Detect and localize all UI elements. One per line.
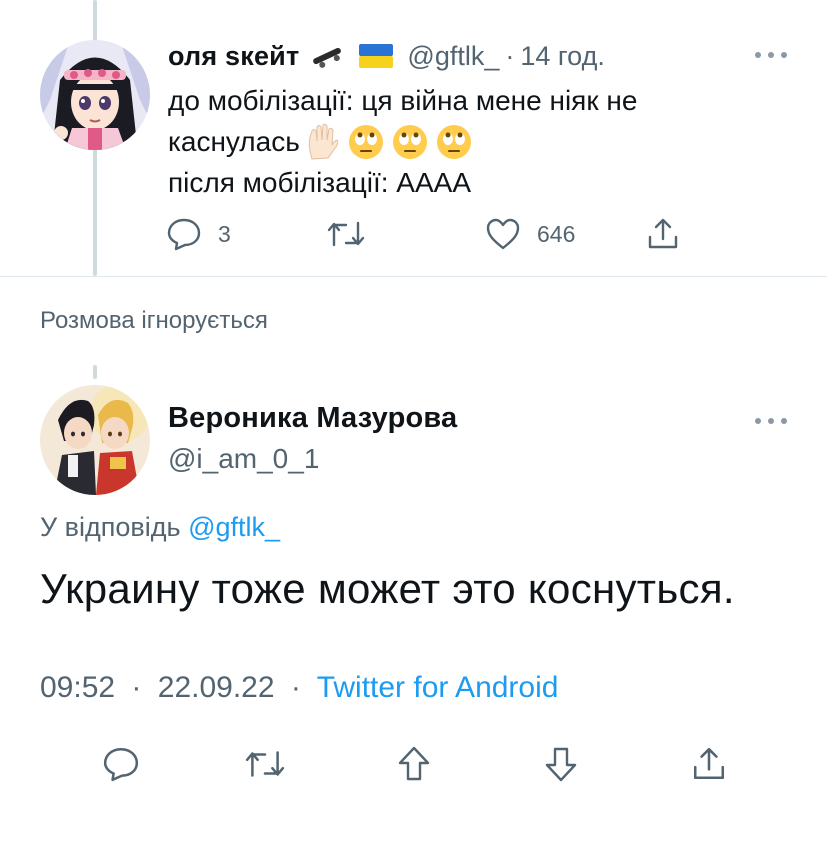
conversation-ignored-notice: Розмова ігнорується (40, 307, 268, 334)
heart-icon (486, 218, 520, 250)
like-count: 646 (537, 220, 576, 247)
separator-dot: · (131, 671, 142, 704)
share-button[interactable] (646, 214, 680, 254)
reply-button[interactable]: 3 (166, 214, 231, 254)
avatar-illustration (40, 40, 150, 150)
tweet2-action-bar (0, 740, 827, 788)
retweet-button[interactable] (326, 214, 366, 254)
downvote-button[interactable] (543, 740, 579, 788)
thread-connector-stub (93, 365, 97, 379)
avatar[interactable] (40, 40, 150, 150)
raised-hand-icon (308, 123, 339, 160)
reply-count: 3 (218, 220, 231, 247)
share-icon (693, 747, 725, 780)
more-options-icon[interactable] (755, 50, 787, 60)
avatar-illustration (40, 385, 150, 495)
retweet-icon (327, 221, 365, 247)
tweet-text-line-with-emoji: каснулась (168, 121, 728, 162)
like-button[interactable]: 646 (485, 214, 575, 254)
avatar[interactable] (40, 385, 150, 495)
tweet-text: до мобілізації: ця війна мене ніяк не ка… (168, 80, 728, 203)
eye-roll-icon (436, 124, 471, 159)
tweet-text-line: після мобілізації: АААА (168, 167, 472, 198)
tweet-time: 09:52 (40, 671, 116, 704)
author-name[interactable]: Вероника Мазурова (168, 402, 457, 435)
tweet-timestamp[interactable]: 14 год. (520, 41, 604, 72)
more-options-icon[interactable] (755, 416, 787, 426)
upvote-icon (398, 746, 430, 781)
share-button[interactable] (691, 740, 727, 788)
divider (0, 276, 827, 277)
tweet-meta: 09:52 · 22.09.22 · Twitter for Android (40, 671, 558, 705)
tweet1-action-bar: 3 646 (0, 214, 827, 254)
reply-prefix: У відповідь (40, 512, 181, 542)
tweet-text-line: до мобілізації: ця війна мене ніяк не (168, 85, 638, 116)
author-handle[interactable]: @gftlk_ (407, 41, 499, 72)
reply-context: У відповідь @gftlk_ (40, 512, 280, 543)
tweet1-header: оля sкейт @gftlk_ · 14 год. (168, 38, 605, 74)
ukraine-flag-icon (359, 44, 394, 68)
skateboard-icon (309, 42, 345, 70)
share-icon (648, 218, 678, 249)
downvote-icon (545, 747, 577, 782)
author-name[interactable]: оля sкейт (168, 41, 299, 72)
tweet-text: Украину тоже может это коснуться. (40, 565, 735, 612)
reply-icon (103, 747, 139, 782)
retweet-button[interactable] (244, 740, 286, 788)
reply-button[interactable] (102, 740, 140, 788)
author-handle[interactable]: @i_am_0_1 (168, 443, 319, 475)
retweet-icon (245, 751, 285, 777)
tweet-text-fragment: каснулась (168, 126, 300, 157)
reply-icon (167, 218, 201, 251)
tweet-date: 22.09.22 (157, 671, 275, 704)
tweet-source-link[interactable]: Twitter for Android (317, 671, 559, 704)
emoji-group (304, 123, 472, 161)
separator-dot: · (505, 40, 515, 71)
eye-roll-icon (392, 124, 427, 159)
reply-to-handle-link[interactable]: @gftlk_ (188, 512, 280, 542)
separator-dot: · (290, 671, 301, 704)
eye-roll-icon (348, 124, 383, 159)
upvote-button[interactable] (396, 740, 432, 788)
